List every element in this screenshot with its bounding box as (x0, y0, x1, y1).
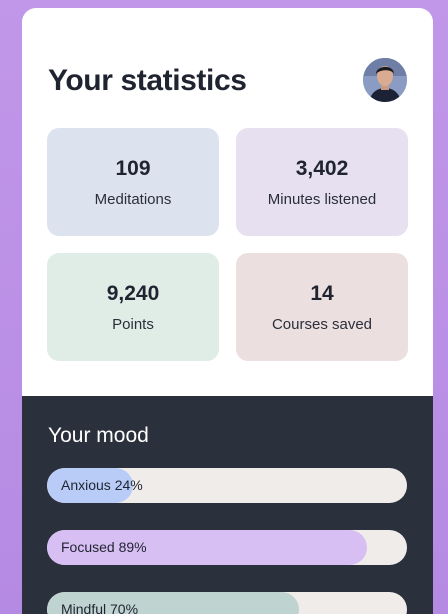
stat-card-meditations: 109 Meditations (47, 128, 219, 236)
stat-card-points: 9,240 Points (47, 253, 219, 361)
mood-bar-label: Mindful 70% (61, 601, 139, 614)
stat-card-courses: 14 Courses saved (236, 253, 408, 361)
stat-label: Meditations (94, 190, 172, 208)
statistics-card: Your statistics 109 Meditations 3,402 Mi… (22, 8, 433, 614)
stat-label: Points (112, 315, 154, 333)
mood-bar-mindful: Mindful 70% (47, 592, 407, 614)
stats-grid: 109 Meditations 3,402 Minutes listened 9… (47, 128, 408, 361)
avatar[interactable] (363, 58, 407, 102)
mood-bar-label: Anxious 24% (61, 477, 143, 493)
stat-value: 3,402 (295, 156, 349, 180)
stat-label: Minutes listened (267, 190, 377, 208)
stat-value: 14 (310, 281, 334, 305)
stat-value: 9,240 (106, 281, 160, 305)
mood-bar-focused: Focused 89% (47, 530, 407, 565)
mood-bar-anxious: Anxious 24% (47, 468, 407, 503)
stat-label: Courses saved (271, 315, 373, 333)
mood-title: Your mood (48, 424, 149, 447)
stat-value: 109 (115, 156, 151, 180)
user-avatar-icon (363, 58, 407, 102)
page-title: Your statistics (48, 64, 247, 97)
mood-bar-label: Focused 89% (61, 539, 147, 555)
stat-card-minutes: 3,402 Minutes listened (236, 128, 408, 236)
mood-section: Your mood Anxious 24% Focused 89% Mindfu… (22, 396, 433, 614)
header: Your statistics (48, 58, 407, 118)
